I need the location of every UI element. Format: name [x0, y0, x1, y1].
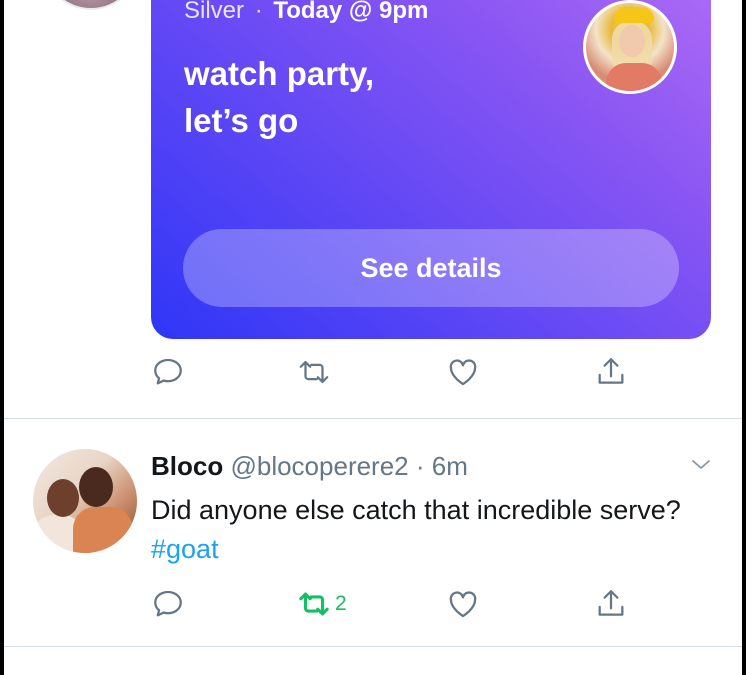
tweet-text-content: Did anyone else catch that incredible se…	[151, 495, 681, 525]
window-frame-left	[0, 0, 4, 675]
host-avatar-shirt	[606, 63, 662, 91]
tweet-divider	[4, 646, 742, 647]
event-title: watch party, let’s go	[184, 50, 544, 144]
reply-icon	[154, 358, 182, 385]
retweet-count: 2	[335, 592, 347, 615]
retweet-button[interactable]	[297, 352, 331, 392]
tweet-divider	[4, 418, 742, 419]
event-card[interactable]: Silver · Today @ 9pm watch party, let’s …	[151, 0, 711, 339]
retweet-icon	[299, 592, 329, 616]
hashtag-link[interactable]: #goat	[151, 534, 219, 564]
avatar-figure	[47, 479, 79, 517]
tweet-actions: 2	[151, 584, 651, 624]
avatar-figure	[73, 507, 133, 553]
heart-icon	[449, 359, 477, 386]
avatar[interactable]	[42, 0, 140, 10]
display-name[interactable]: Bloco	[151, 451, 223, 481]
share-icon	[598, 358, 624, 384]
avatar-figure	[79, 467, 113, 507]
tweet-actions	[151, 352, 651, 392]
host-avatar[interactable]	[583, 0, 677, 94]
event-meta: Silver · Today @ 9pm	[184, 0, 428, 25]
tweet-text: Did anyone else catch that incredible se…	[151, 491, 691, 569]
reply-icon	[154, 590, 182, 617]
share-button[interactable]	[594, 352, 628, 392]
like-button[interactable]	[446, 584, 480, 624]
window-frame-right	[742, 0, 746, 675]
header-separator: ·	[415, 451, 425, 481]
host-avatar-hat	[614, 7, 654, 23]
event-meta-separator: ·	[254, 0, 263, 24]
host-avatar-face	[619, 25, 645, 57]
chevron-down-icon[interactable]	[689, 453, 713, 477]
heart-icon	[449, 591, 477, 618]
see-details-button[interactable]: See details	[183, 229, 679, 307]
share-icon	[598, 590, 624, 616]
event-title-line: watch party,	[184, 55, 375, 92]
share-button[interactable]	[594, 584, 628, 624]
retweet-button[interactable]: 2	[297, 584, 347, 624]
retweet-icon	[299, 360, 329, 384]
tweet-header: Bloco @blocoperere2 · 6m	[151, 451, 468, 482]
event-title-line: let’s go	[184, 102, 299, 139]
event-host-name: Silver	[184, 0, 245, 24]
like-button[interactable]	[446, 352, 480, 392]
tweet-timestamp[interactable]: 6m	[432, 451, 468, 481]
reply-button[interactable]	[151, 352, 185, 392]
event-time: Today @ 9pm	[273, 0, 429, 24]
avatar[interactable]	[33, 449, 137, 553]
user-handle[interactable]: @blocoperere2	[230, 451, 408, 481]
reply-button[interactable]	[151, 584, 185, 624]
